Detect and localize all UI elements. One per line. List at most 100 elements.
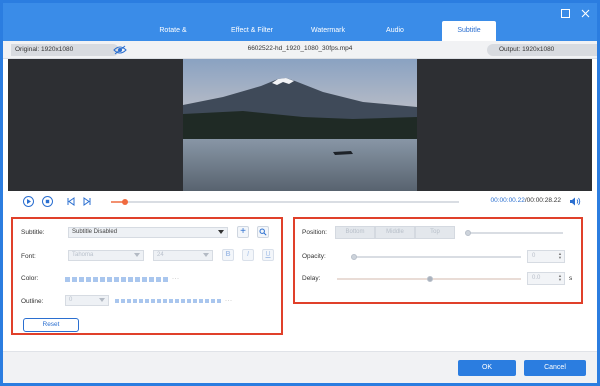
color-swatch[interactable] bbox=[86, 276, 91, 282]
color-swatch[interactable] bbox=[135, 276, 140, 282]
more-colors-icon[interactable]: ··· bbox=[172, 276, 180, 282]
font-select[interactable]: Tahoma bbox=[68, 250, 144, 261]
dialog-footer: OK Cancel bbox=[3, 351, 597, 383]
delay-slider-handle[interactable] bbox=[427, 276, 433, 282]
stepper-arrows-icon[interactable]: ▲ ▼ bbox=[558, 252, 562, 260]
bold-button[interactable]: B bbox=[222, 249, 234, 261]
tab-watermark[interactable]: Watermark bbox=[296, 21, 360, 41]
color-swatch[interactable] bbox=[139, 299, 143, 303]
color-swatch[interactable] bbox=[72, 276, 77, 282]
color-swatch[interactable] bbox=[193, 299, 197, 303]
previous-frame-icon[interactable] bbox=[66, 197, 76, 206]
color-swatch[interactable] bbox=[115, 299, 119, 303]
font-select-value: Tahoma bbox=[72, 252, 94, 258]
color-swatch[interactable] bbox=[211, 299, 215, 303]
color-swatch[interactable] bbox=[127, 299, 131, 303]
color-swatch[interactable] bbox=[128, 276, 133, 282]
title-bar: Rotate & Crop Effect & Filter Watermark … bbox=[3, 3, 597, 54]
chevron-down-icon bbox=[218, 230, 224, 234]
edit-window: Rotate & Crop Effect & Filter Watermark … bbox=[3, 3, 597, 383]
search-subtitle-button[interactable] bbox=[257, 226, 269, 238]
font-label: Font: bbox=[21, 253, 36, 260]
time-readout: 00:00:00.22/00:00:28.22 bbox=[491, 197, 562, 204]
color-swatch[interactable] bbox=[157, 299, 161, 303]
window-controls bbox=[559, 7, 591, 19]
delay-stepper[interactable]: 0.0 ▲ ▼ bbox=[527, 272, 565, 285]
opacity-stepper[interactable]: 0 ▲ ▼ bbox=[527, 250, 565, 263]
underline-button[interactable]: U bbox=[262, 249, 274, 261]
delay-label: Delay: bbox=[302, 275, 321, 282]
color-swatch[interactable] bbox=[199, 299, 203, 303]
color-swatch[interactable] bbox=[133, 299, 137, 303]
square-icon[interactable] bbox=[559, 7, 571, 19]
timeline-slider[interactable] bbox=[111, 199, 459, 205]
video-frame bbox=[183, 59, 417, 191]
color-swatch[interactable] bbox=[149, 276, 154, 282]
color-swatch[interactable] bbox=[217, 299, 221, 303]
next-frame-icon[interactable] bbox=[82, 197, 92, 206]
preview-pad-right bbox=[417, 59, 592, 191]
position-settings-panel: Position: Bottom Middle Top Opacity: 0 ▲… bbox=[293, 217, 583, 304]
position-middle-button[interactable]: Middle bbox=[375, 226, 415, 239]
color-swatch[interactable] bbox=[121, 276, 126, 282]
stop-button[interactable] bbox=[42, 196, 53, 207]
color-swatch[interactable] bbox=[163, 276, 168, 282]
font-size-value: 24 bbox=[157, 252, 164, 258]
color-swatch[interactable] bbox=[79, 276, 84, 282]
color-swatch[interactable] bbox=[205, 299, 209, 303]
ok-button[interactable]: OK bbox=[458, 360, 516, 376]
close-icon[interactable] bbox=[579, 7, 591, 19]
chevron-down-icon bbox=[99, 298, 105, 302]
color-swatch[interactable] bbox=[93, 276, 98, 282]
outline-value: 0 bbox=[69, 297, 73, 303]
color-swatch[interactable] bbox=[121, 299, 125, 303]
delay-unit: s bbox=[569, 275, 573, 282]
opacity-slider[interactable] bbox=[351, 254, 521, 260]
color-swatch[interactable] bbox=[65, 276, 70, 282]
tab-effect-filter[interactable]: Effect & Filter bbox=[218, 21, 286, 41]
color-swatch[interactable] bbox=[156, 276, 161, 282]
color-swatch[interactable] bbox=[145, 299, 149, 303]
opacity-slider-handle[interactable] bbox=[351, 254, 357, 260]
delay-slider[interactable] bbox=[337, 276, 521, 282]
subtitle-select[interactable]: Subtitle Disabled bbox=[68, 227, 228, 238]
playback-bar: 00:00:00.22/00:00:28.22 bbox=[3, 191, 597, 211]
position-label: Position: bbox=[302, 229, 327, 236]
outline-select[interactable]: 0 bbox=[65, 295, 109, 306]
color-swatch[interactable] bbox=[100, 276, 105, 282]
position-top-button[interactable]: Top bbox=[415, 226, 455, 239]
font-size-select[interactable]: 24 bbox=[153, 250, 213, 261]
opacity-label: Opacity: bbox=[302, 253, 326, 260]
reset-button[interactable]: Reset bbox=[23, 318, 79, 332]
color-swatch[interactable] bbox=[175, 299, 179, 303]
position-bottom-button[interactable]: Bottom bbox=[335, 226, 375, 239]
total-time: 00:00:28.22 bbox=[526, 197, 561, 204]
tab-rotate-crop[interactable]: Rotate & Crop bbox=[138, 21, 208, 54]
info-bar: Original: 1920x1080 6602522-hd_1920_1080… bbox=[3, 41, 597, 59]
tab-audio[interactable]: Audio bbox=[370, 21, 420, 41]
outline-label: Outline: bbox=[21, 298, 44, 305]
color-swatch[interactable] bbox=[169, 299, 173, 303]
stepper-arrows-icon[interactable]: ▲ ▼ bbox=[558, 274, 562, 282]
app-frame: Rotate & Crop Effect & Filter Watermark … bbox=[0, 0, 600, 386]
italic-button[interactable]: I bbox=[242, 249, 254, 261]
timeline-handle[interactable] bbox=[122, 199, 128, 205]
position-slider[interactable] bbox=[465, 230, 563, 236]
color-swatch[interactable] bbox=[107, 276, 112, 282]
play-button[interactable] bbox=[23, 196, 34, 207]
volume-icon[interactable] bbox=[569, 196, 581, 207]
color-swatch[interactable] bbox=[187, 299, 191, 303]
tab-subtitle[interactable]: Subtitle bbox=[442, 21, 496, 41]
position-segmented-control: Bottom Middle Top bbox=[335, 226, 455, 239]
more-colors-icon[interactable]: ··· bbox=[225, 298, 233, 304]
color-swatch[interactable] bbox=[142, 276, 147, 282]
color-swatch[interactable] bbox=[151, 299, 155, 303]
color-swatch[interactable] bbox=[181, 299, 185, 303]
cancel-button[interactable]: Cancel bbox=[524, 360, 586, 376]
current-time: 00:00:00.22 bbox=[490, 197, 525, 204]
add-subtitle-button[interactable]: + bbox=[237, 226, 249, 238]
color-swatch[interactable] bbox=[114, 276, 119, 282]
chevron-down-icon bbox=[134, 253, 140, 257]
position-slider-handle[interactable] bbox=[465, 230, 471, 236]
color-swatch[interactable] bbox=[163, 299, 167, 303]
